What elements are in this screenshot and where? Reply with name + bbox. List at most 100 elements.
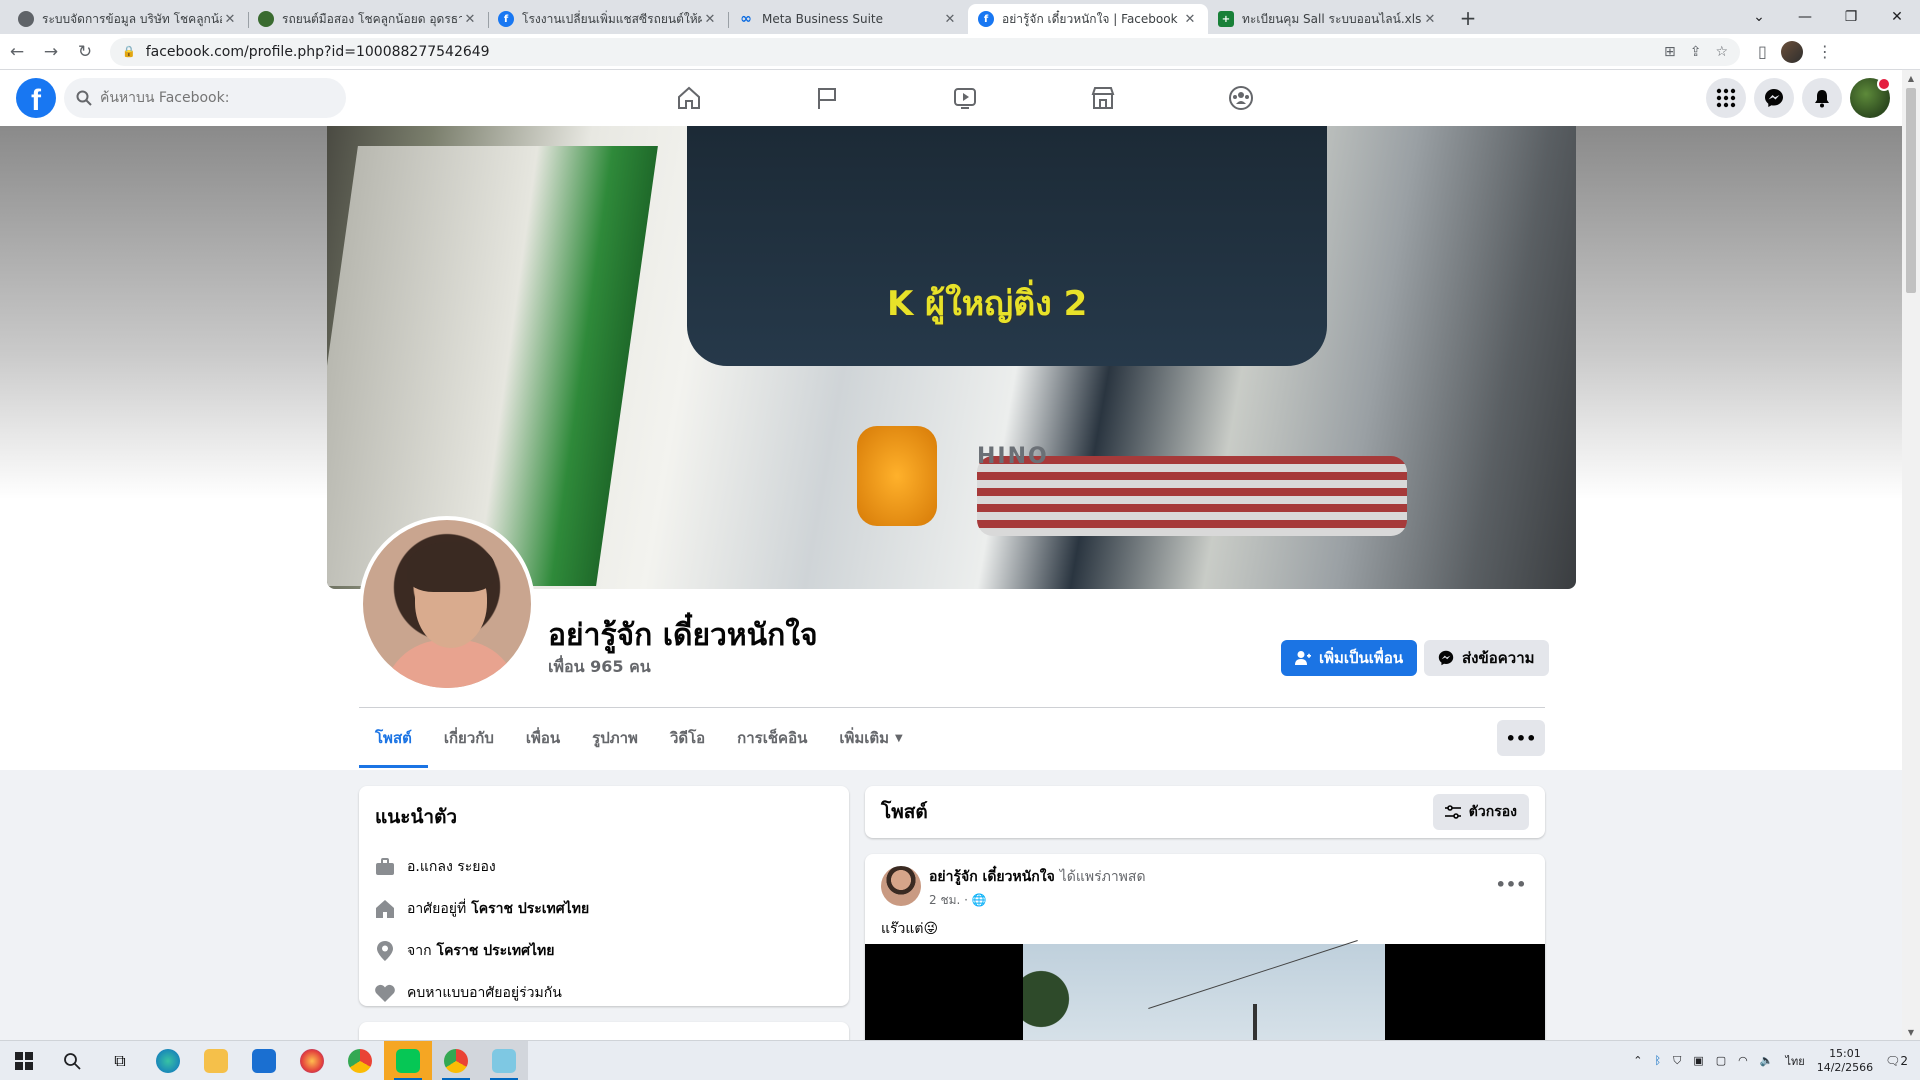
lock-icon[interactable]: 🔒 — [122, 45, 136, 58]
start-button[interactable] — [0, 1041, 48, 1080]
back-button[interactable]: ← — [0, 37, 34, 67]
browser-tab-active[interactable]: f อย่ารู้จัก เดี๋ยวหนักใจ | Facebook ✕ — [968, 4, 1208, 34]
minimize-button[interactable]: — — [1782, 0, 1828, 34]
account-avatar[interactable] — [1850, 77, 1891, 118]
tab-videos[interactable]: วิดีโอ — [654, 708, 721, 768]
forward-button[interactable]: → — [34, 37, 68, 67]
nav-groups[interactable] — [1172, 70, 1310, 126]
taskbar-mail[interactable] — [240, 1041, 288, 1080]
tab-close-icon[interactable]: ✕ — [222, 12, 238, 27]
tab-posts[interactable]: โพสต์ — [359, 708, 428, 768]
tab-close-icon[interactable]: ✕ — [462, 12, 478, 27]
shield-icon[interactable]: ⛉ — [1673, 1054, 1681, 1068]
scroll-up-icon[interactable]: ▲ — [1902, 70, 1920, 86]
page-scrollbar[interactable]: ▲ ▼ — [1902, 70, 1920, 1040]
browser-tab[interactable]: f โรงงานเปลี่ยนเพิ่มแชสซีรถยนต์ให้ผลัก .… — [488, 4, 728, 34]
taskbar-line[interactable] — [384, 1040, 432, 1080]
chevron-up-icon[interactable]: ⌃ — [1633, 1054, 1642, 1067]
cover-sticker-text: K ผู้ใหญ่ติ่ง 2 — [887, 284, 1088, 324]
post-author-avatar[interactable] — [881, 866, 921, 906]
chrome-profile-avatar[interactable] — [1780, 40, 1803, 63]
search-input[interactable] — [100, 90, 320, 106]
messenger-button[interactable] — [1754, 78, 1794, 118]
browser-tab[interactable]: รถยนต์มือสอง โชคลูกน้อยด อุดรธานี ✕ — [248, 4, 488, 34]
home-icon — [375, 899, 395, 919]
post-options-button[interactable]: ••• — [1493, 866, 1529, 902]
new-tab-button[interactable]: + — [1454, 4, 1482, 32]
cover-photo[interactable]: K ผู้ใหญ่ติ่ง 2 HINO — [327, 126, 1576, 589]
nav-watch[interactable] — [896, 70, 1034, 126]
post-timestamp[interactable]: 2 ชม. · — [929, 893, 968, 907]
scroll-down-icon[interactable]: ▼ — [1902, 1024, 1920, 1040]
intro-lives-place[interactable]: โคราช ประเทศไทย — [471, 898, 589, 920]
bookmark-star-icon[interactable]: ☆ — [1715, 44, 1728, 60]
profile-picture[interactable] — [359, 516, 535, 692]
chrome-menu-icon[interactable]: ⋮ — [1817, 42, 1833, 61]
intro-from-place[interactable]: โคราช ประเทศไทย — [437, 940, 555, 962]
tab-friends[interactable]: เพื่อน — [510, 708, 576, 768]
tab-close-icon[interactable]: ✕ — [1422, 12, 1438, 27]
intro-lives-prefix: อาศัยอยู่ที่ — [407, 901, 467, 917]
browser-tab[interactable]: ระบบจัดการข้อมูล บริษัท โชคลูกน้อยด ... … — [8, 4, 248, 34]
flag-icon — [818, 88, 836, 109]
tab-favicon-icon — [18, 11, 34, 27]
notification-center[interactable]: 🗨2 — [1885, 1054, 1908, 1068]
post-video[interactable] — [865, 940, 1545, 1054]
task-view-button[interactable]: ⧉ — [96, 1041, 144, 1080]
tab-search-icon[interactable]: ⌄ — [1736, 0, 1782, 34]
tab-title: โรงงานเปลี่ยนเพิ่มแชสซีรถยนต์ให้ผลัก ... — [522, 11, 702, 26]
tab-close-icon[interactable]: ✕ — [702, 12, 718, 27]
clock[interactable]: 15:01 14/2/2566 — [1817, 1047, 1873, 1075]
tab-favicon-icon — [258, 11, 274, 27]
tab-close-icon[interactable]: ✕ — [942, 12, 958, 27]
usb-icon[interactable]: ▣ — [1693, 1054, 1703, 1067]
meeting-icon[interactable]: ▢ — [1716, 1054, 1726, 1067]
taskbar-chrome-profile[interactable] — [432, 1040, 480, 1080]
close-window-button[interactable]: ✕ — [1874, 0, 1920, 34]
taskbar-notepad[interactable] — [480, 1040, 528, 1080]
taskbar-chrome[interactable] — [336, 1041, 384, 1080]
facebook-search[interactable] — [64, 78, 346, 118]
filter-icon — [1444, 805, 1461, 819]
translate-icon[interactable]: ⊞ — [1664, 44, 1676, 60]
input-language[interactable]: ไทย — [1785, 1052, 1804, 1070]
profile-more-button[interactable]: ••• — [1497, 720, 1545, 756]
reload-button[interactable]: ↻ — [68, 37, 102, 67]
taskbar-explorer[interactable] — [192, 1041, 240, 1080]
taskbar-search[interactable] — [48, 1041, 96, 1080]
friend-count[interactable]: เพื่อน 965 คน — [548, 655, 651, 680]
nav-marketplace[interactable] — [1034, 70, 1172, 126]
tab-close-icon[interactable]: ✕ — [1182, 12, 1198, 27]
avatar-hair — [407, 542, 495, 592]
post-author-name[interactable]: อย่ารู้จัก เดี๋ยวหนักใจ — [929, 869, 1055, 885]
wifi-icon[interactable]: ◠ — [1738, 1054, 1748, 1067]
url-field[interactable]: 🔒 facebook.com/profile.php?id=1000882775… — [110, 37, 1740, 66]
add-friend-button[interactable]: เพิ่มเป็นเพื่อน — [1281, 640, 1418, 676]
tab-more[interactable]: เพิ่มเติม ▼ — [823, 708, 918, 768]
messenger-icon — [1765, 89, 1783, 107]
taskbar-firefox[interactable] — [288, 1041, 336, 1080]
scrollbar-thumb[interactable] — [1906, 88, 1916, 293]
restore-button[interactable]: ❐ — [1828, 0, 1874, 34]
intro-title: แนะนำตัว — [375, 806, 458, 828]
profile-tabs: โพสต์ เกี่ยวกับ เพื่อน รูปภาพ วิดีโอ การ… — [359, 708, 919, 768]
tab-photos[interactable]: รูปภาพ — [576, 708, 654, 768]
bluetooth-icon[interactable]: ᛒ — [1655, 1054, 1662, 1067]
speaker-icon[interactable]: 🔈 — [1760, 1054, 1774, 1067]
send-message-button[interactable]: ส่งข้อความ — [1424, 640, 1549, 676]
browser-tab[interactable]: + ทะเบียนคุม Sall ระบบออนไลน์.xlsx - G..… — [1208, 4, 1448, 34]
tab-title: ระบบจัดการข้อมูล บริษัท โชคลูกน้อยด ... — [42, 11, 222, 26]
browser-tab[interactable]: ∞ Meta Business Suite ✕ — [728, 4, 968, 34]
nav-pages[interactable] — [758, 70, 896, 126]
notifications-button[interactable] — [1802, 78, 1842, 118]
side-panel-icon[interactable]: ▯ — [1758, 42, 1767, 61]
taskbar-edge[interactable] — [144, 1041, 192, 1080]
tab-about[interactable]: เกี่ยวกับ — [428, 708, 510, 768]
share-icon[interactable]: ⇪ — [1690, 44, 1702, 60]
facebook-logo[interactable]: f — [16, 78, 56, 118]
filter-button[interactable]: ตัวกรอง — [1432, 794, 1529, 830]
tab-checkins[interactable]: การเช็คอิน — [721, 708, 823, 768]
profile-header-area: K ผู้ใหญ่ติ่ง 2 HINO — [0, 126, 1902, 770]
nav-home[interactable] — [620, 70, 758, 126]
menu-button[interactable] — [1706, 78, 1746, 118]
